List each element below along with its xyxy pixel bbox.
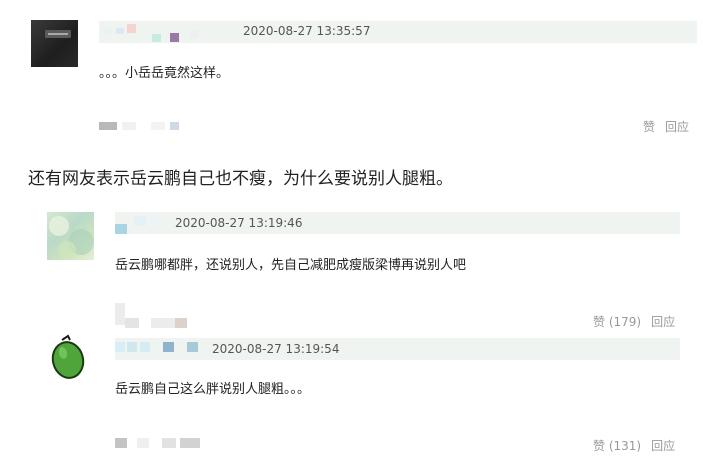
avocado-icon: [51, 334, 85, 379]
avatar[interactable]: [48, 334, 88, 380]
scenery-icon: [49, 216, 94, 259]
comment-actions: 赞回应: [643, 118, 689, 135]
like-button[interactable]: 赞 (131): [593, 439, 641, 453]
reply-button[interactable]: 回应: [665, 120, 689, 134]
comment-timestamp: 2020-08-27 13:35:57: [243, 24, 371, 38]
comment-text: 。。。小岳岳竟然这样。: [99, 66, 230, 81]
comment-header: [115, 338, 680, 360]
avatar[interactable]: [47, 212, 94, 260]
comment-timestamp: 2020-08-27 13:19:46: [175, 216, 303, 230]
comment-timestamp: 2020-08-27 13:19:54: [212, 342, 340, 356]
reply-button[interactable]: 回应: [651, 439, 675, 453]
like-button[interactable]: 赞: [643, 120, 655, 134]
comment-header: [99, 21, 697, 43]
like-button[interactable]: 赞 (179): [593, 315, 641, 329]
reply-button[interactable]: 回应: [651, 315, 675, 329]
avatar[interactable]: [31, 20, 78, 67]
comment-text: 岳云鹏哪都胖，还说别人，先自己减肥成瘦版梁博再说别人吧: [115, 258, 467, 273]
comment-actions: 赞 (131) 回应: [593, 437, 675, 454]
comment-actions: 赞 (179) 回应: [593, 313, 675, 330]
article-paragraph: 还有网友表示岳云鹏自己也不瘦，为什么要说别人腿粗。: [28, 169, 453, 189]
comment-text: 岳云鹏自己这么胖说别人腿粗。。。: [115, 382, 311, 397]
